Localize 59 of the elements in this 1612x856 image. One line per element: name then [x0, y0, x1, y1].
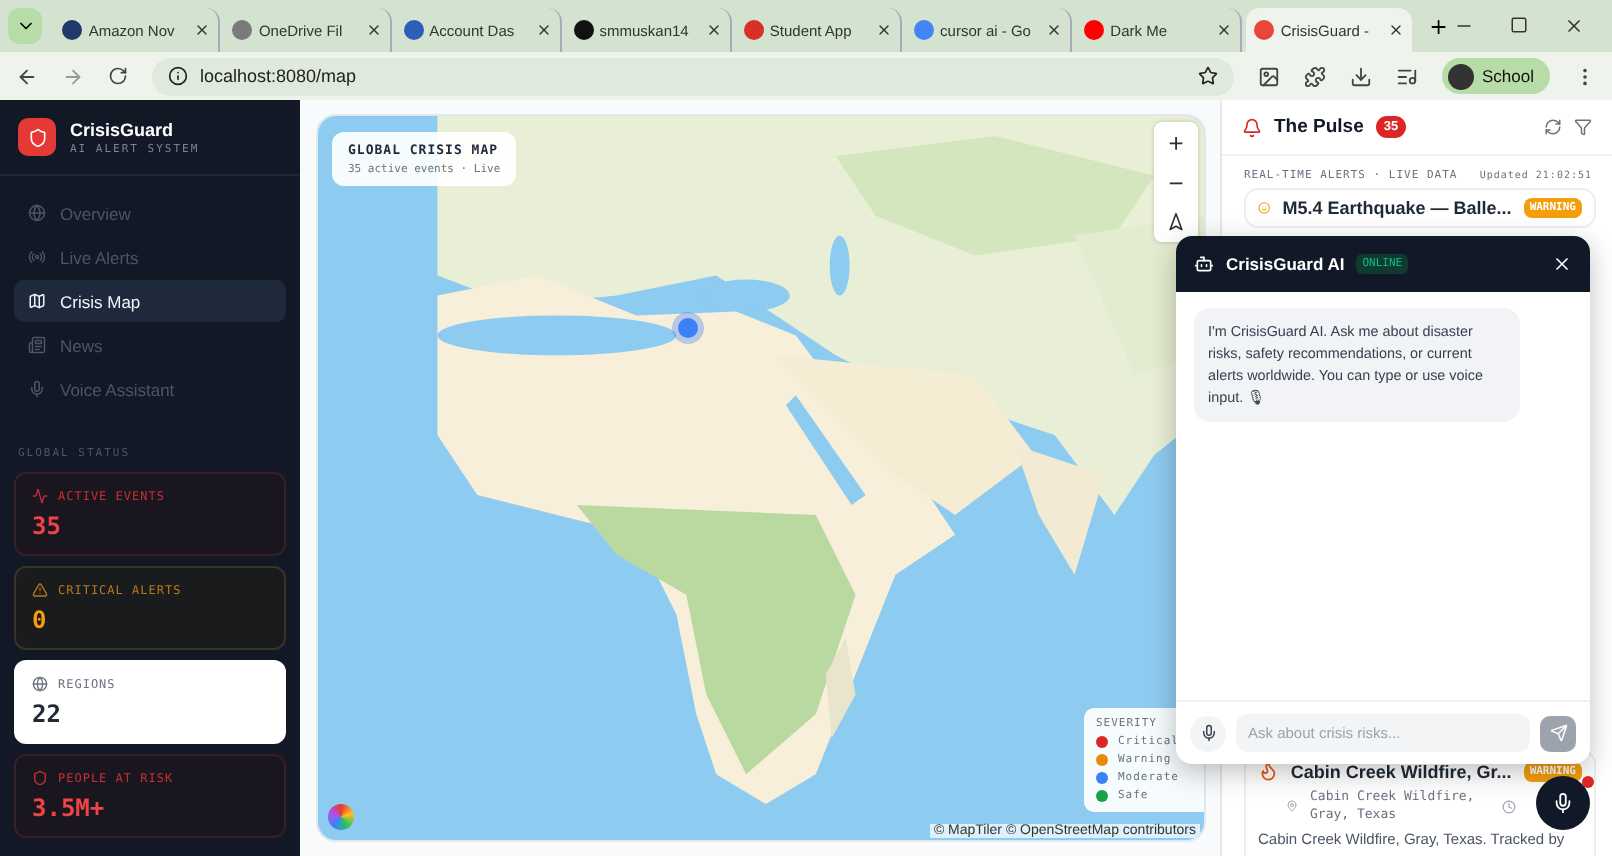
new-tab-icon[interactable] — [1428, 15, 1451, 37]
pin-icon — [1286, 800, 1298, 813]
mic-button[interactable] — [1190, 715, 1226, 751]
close-icon[interactable] — [876, 22, 893, 38]
nav-item[interactable]: Crisis Map — [14, 280, 286, 322]
clock-icon — [1502, 799, 1516, 814]
refresh-icon[interactable] — [1544, 118, 1562, 136]
media-icon[interactable] — [1396, 65, 1418, 87]
close-icon[interactable] — [1216, 22, 1233, 38]
info-icon[interactable] — [168, 66, 188, 86]
stat-value: 0 — [32, 606, 49, 634]
close-icon[interactable] — [1388, 22, 1405, 38]
reload-icon[interactable] — [108, 66, 128, 86]
close-icon[interactable] — [705, 22, 722, 38]
close-icon[interactable] — [194, 22, 211, 38]
close-icon[interactable] — [535, 22, 552, 38]
zoom-in-button[interactable]: + — [1154, 122, 1198, 162]
stat-icon — [32, 488, 48, 504]
stat-value: 35 — [32, 512, 63, 540]
stat-value: 3.5M+ — [32, 794, 107, 822]
mic-icon — [1199, 724, 1217, 742]
stat-icon — [32, 582, 48, 598]
download-icon[interactable] — [1350, 65, 1372, 87]
alert-title: Cabin Creek Wildfire, Gr... — [1290, 761, 1512, 782]
close-icon[interactable] — [1552, 254, 1572, 274]
star-icon[interactable] — [1198, 66, 1218, 86]
brand-name: CrisisGuard — [70, 119, 176, 139]
close-icon[interactable] — [365, 22, 382, 38]
compass-icon — [1166, 212, 1186, 232]
profile-button[interactable]: School — [1442, 58, 1550, 94]
panel-title: The Pulse — [1274, 116, 1364, 138]
extensions-icon[interactable] — [1304, 65, 1326, 87]
close-icon[interactable] — [1046, 22, 1063, 38]
filter-icon[interactable] — [1574, 118, 1592, 136]
avatar-icon — [1448, 63, 1474, 89]
chat-title: CrisisGuard AI — [1226, 254, 1345, 274]
stat-icon — [32, 770, 48, 786]
nav-icon — [28, 292, 46, 310]
send-icon — [1549, 724, 1567, 742]
nav-icon — [28, 248, 46, 266]
nav-icon — [28, 204, 46, 222]
flame-icon — [1258, 760, 1279, 783]
bell-icon — [1242, 117, 1262, 137]
alert-icon — [1258, 198, 1271, 218]
stat-icon — [32, 676, 48, 692]
shield-logo-icon — [18, 118, 56, 156]
address-bar[interactable]: localhost:8080/map — [152, 57, 1234, 95]
alert-title: M5.4 Earthquake — Balle... — [1282, 198, 1512, 218]
close-icon[interactable] — [1564, 16, 1585, 36]
nav-icon — [28, 380, 46, 398]
mic-icon — [1552, 792, 1574, 814]
stat-value: 22 — [32, 700, 63, 728]
nav-icon — [28, 336, 46, 354]
maximize-icon[interactable] — [1510, 16, 1529, 34]
back-icon[interactable] — [16, 65, 38, 87]
forward-icon[interactable] — [62, 65, 84, 87]
image-icon[interactable] — [1258, 65, 1280, 87]
zoom-out-button[interactable]: − — [1154, 162, 1198, 202]
bot-icon — [1194, 254, 1214, 274]
